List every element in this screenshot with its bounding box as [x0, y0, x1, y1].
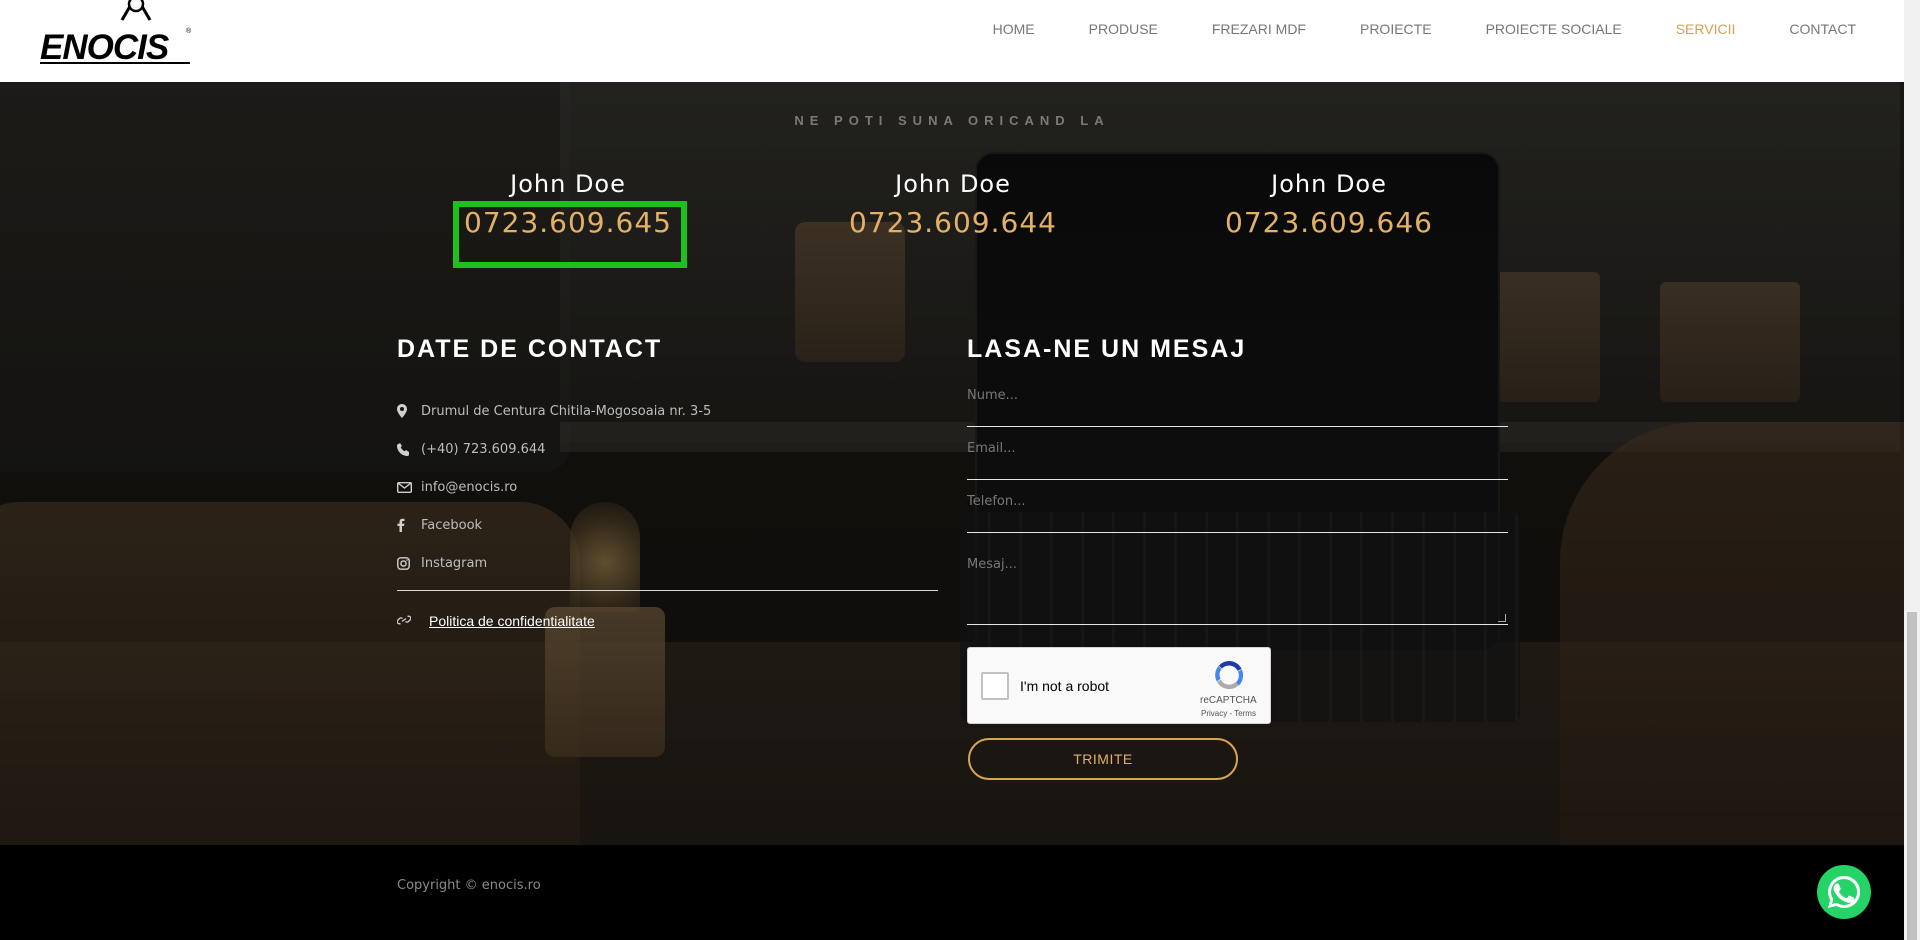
- site-footer: Copyright © enocis.ro: [0, 845, 1904, 940]
- privacy-policy-row: Politica de confidentialitate: [396, 611, 595, 630]
- nav-frezari-mdf[interactable]: FREZARI MDF: [1212, 20, 1306, 38]
- email-field[interactable]: Email...: [967, 427, 1508, 480]
- page-scrollbar[interactable]: [1904, 0, 1920, 940]
- instagram-icon: [397, 556, 421, 570]
- whatsapp-button[interactable]: [1817, 865, 1871, 919]
- address-text: Drumul de Centura Chitila-Mogosoaia nr. …: [421, 403, 712, 419]
- recaptcha-logo-icon: [1215, 661, 1244, 690]
- contact-section: NE POTI SUNA ORICAND LA John Doe 0723.60…: [0, 82, 1904, 845]
- whatsapp-icon: [1828, 875, 1861, 908]
- email-placeholder: Email...: [967, 441, 1016, 456]
- facebook-link[interactable]: Facebook: [421, 518, 482, 533]
- name-field[interactable]: Nume...: [967, 374, 1508, 427]
- phone-number-link[interactable]: 0723.609.646: [1204, 206, 1454, 239]
- map-pin-icon: [397, 404, 421, 418]
- list-item: Facebook: [397, 506, 711, 544]
- recaptcha-brand: reCAPTCHA: [1200, 695, 1257, 706]
- list-item: Drumul de Centura Chitila-Mogosoaia nr. …: [397, 392, 711, 430]
- main-nav: HOME PRODUSE FREZARI MDF PROIECTE PROIEC…: [939, 20, 1856, 38]
- instagram-link[interactable]: Instagram: [421, 556, 487, 571]
- contact-name: John Doe: [895, 170, 1011, 198]
- site-header: ENOCIS ® HOME PRODUSE FREZARI MDF PROIEC…: [0, 0, 1904, 82]
- nav-servicii[interactable]: SERVICII: [1676, 20, 1736, 38]
- phone-card: John Doe 0723.609.646: [1204, 170, 1454, 239]
- nav-home[interactable]: HOME: [993, 20, 1035, 38]
- logo-compass-icon: [120, 0, 152, 21]
- envelope-icon: [397, 481, 421, 493]
- phone-icon: [397, 442, 421, 456]
- highlight-box: [453, 201, 687, 268]
- phone-number-link[interactable]: 0723.609.644: [828, 206, 1078, 239]
- phone-field[interactable]: Telefon...: [967, 480, 1508, 533]
- message-textarea[interactable]: Mesaj...: [967, 533, 1508, 625]
- recaptcha-checkbox[interactable]: [981, 672, 1009, 700]
- nav-proiecte-sociale[interactable]: PROIECTE SOCIALE: [1486, 20, 1622, 38]
- message-form: Nume... Email... Telefon... Mesaj...: [967, 388, 1508, 625]
- list-item: info@enocis.ro: [397, 468, 711, 506]
- enocis-logo[interactable]: ENOCIS ®: [38, 0, 193, 68]
- name-placeholder: Nume...: [967, 388, 1019, 403]
- phone-text[interactable]: (+40) 723.609.644: [421, 442, 545, 457]
- divider: [397, 590, 938, 591]
- nav-proiecte[interactable]: PROIECTE: [1360, 20, 1432, 38]
- contact-name: John Doe: [510, 170, 626, 198]
- nav-produse[interactable]: PRODUSE: [1089, 20, 1158, 38]
- textarea-resize-handle[interactable]: [1498, 614, 1506, 622]
- copyright-text: Copyright © enocis.ro: [397, 878, 541, 893]
- list-item: Instagram: [397, 544, 711, 582]
- list-item: (+40) 723.609.644: [397, 430, 711, 468]
- message-form-title: LASA-NE UN MESAJ: [967, 335, 1247, 363]
- submit-button[interactable]: TRIMITE: [968, 738, 1238, 780]
- phone-placeholder: Telefon...: [967, 494, 1026, 509]
- recaptcha-label: I'm not a robot: [1020, 678, 1110, 694]
- registered-mark: ®: [186, 28, 192, 35]
- scrollbar-thumb[interactable]: [1907, 612, 1917, 940]
- contact-info-list: Drumul de Centura Chitila-Mogosoaia nr. …: [397, 392, 711, 582]
- message-placeholder: Mesaj...: [967, 557, 1017, 572]
- email-link[interactable]: info@enocis.ro: [421, 480, 517, 495]
- recaptcha-widget: I'm not a robot reCAPTCHA Privacy - Term…: [967, 647, 1271, 724]
- contact-info-title: DATE DE CONTACT: [397, 335, 663, 363]
- link-icon: [396, 611, 412, 630]
- contact-name: John Doe: [1271, 170, 1387, 198]
- privacy-policy-link[interactable]: Politica de confidentialitate: [429, 613, 595, 629]
- phone-card: John Doe 0723.609.644: [828, 170, 1078, 239]
- call-tagline: NE POTI SUNA ORICAND LA: [794, 113, 1110, 128]
- nav-contact[interactable]: CONTACT: [1789, 20, 1856, 38]
- logo-underline: [40, 62, 190, 64]
- facebook-icon: [397, 518, 421, 532]
- recaptcha-terms-link[interactable]: Privacy - Terms: [1201, 709, 1256, 718]
